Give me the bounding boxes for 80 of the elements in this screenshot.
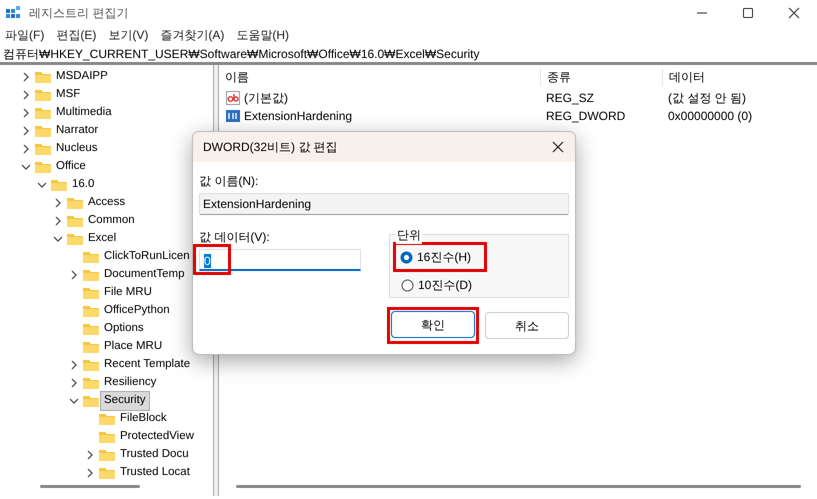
folder-icon [82, 394, 100, 408]
folder-icon [34, 142, 52, 156]
tree-item[interactable]: MSF [53, 86, 84, 104]
folder-icon [82, 250, 100, 264]
close-icon[interactable] [551, 140, 565, 154]
tree-item[interactable]: Access [85, 194, 128, 212]
value-name[interactable]: (기본값) [244, 89, 288, 107]
folder-icon [98, 448, 116, 462]
dialog-button[interactable]: 확인 [391, 311, 475, 338]
dialog-title: DWORD(32비트) 값 편집 [203, 139, 338, 156]
column-header[interactable]: 이름 [219, 68, 540, 86]
tree-item[interactable]: ClickToRunLicen [101, 248, 193, 266]
tree-item[interactable]: Nucleus [53, 140, 101, 158]
radio-icon [400, 250, 413, 264]
tree-item[interactable]: Narrator [53, 122, 102, 140]
tree-item[interactable]: Office [53, 158, 89, 176]
folder-icon [50, 178, 68, 192]
tree-item[interactable]: Multimedia [53, 104, 115, 122]
tree-item[interactable]: MSDAIPP [53, 68, 111, 86]
value-type: REG_SZ [545, 90, 596, 107]
tree-item[interactable]: FileBlock [117, 410, 170, 428]
folder-icon [82, 322, 100, 336]
tree-item[interactable]: 16.0 [69, 176, 98, 194]
radio-option[interactable]: 10진수(D) [398, 274, 484, 296]
folder-icon [34, 70, 52, 84]
folder-icon [82, 304, 100, 318]
window-title: 레지스트리 편집기 [29, 4, 128, 22]
tree-item[interactable]: Common [85, 212, 138, 230]
close-icon[interactable] [786, 4, 802, 20]
tree-item[interactable]: Resiliency [101, 374, 160, 392]
radio-option[interactable]: 16진수(H) [397, 246, 483, 268]
folder-icon [82, 358, 100, 372]
string-value-icon [225, 90, 241, 106]
folder-icon [98, 466, 116, 480]
tree-item[interactable]: Recent Template [101, 356, 194, 374]
value-name-field[interactable]: ExtensionHardening [199, 193, 569, 215]
menu-item[interactable]: 편집(E) [51, 26, 104, 44]
column-header[interactable]: 종류 [540, 68, 662, 86]
folder-icon [66, 196, 84, 210]
folder-icon [98, 430, 116, 444]
field-label: 값 이름(N): [199, 173, 260, 190]
dialog-button[interactable]: 취소 [485, 312, 569, 339]
input-field[interactable]: 0 [199, 249, 361, 271]
binary-value-icon [225, 108, 241, 124]
folder-icon [82, 268, 100, 282]
scrollbar[interactable] [236, 485, 801, 488]
scrollbar[interactable] [40, 485, 140, 488]
tree-item[interactable]: Place MRU [101, 338, 166, 356]
folder-icon [34, 88, 52, 102]
menu-item[interactable]: 즐겨찾기(A) [155, 26, 232, 44]
folder-icon [34, 106, 52, 120]
folder-icon [82, 376, 100, 390]
value-data: 0x00000000 (0) [667, 108, 754, 125]
folder-icon [34, 124, 52, 138]
tree-item[interactable]: Options [101, 320, 147, 338]
column-header[interactable]: 데이터 [662, 68, 817, 86]
tree-item[interactable]: ProtectedView [117, 428, 197, 446]
folder-icon [82, 286, 100, 300]
tree-item[interactable]: OfficePython [101, 302, 173, 320]
field-label: 값 데이터(V): [199, 229, 271, 246]
value-name[interactable]: ExtensionHardening [244, 107, 352, 125]
tree-item[interactable]: File MRU [101, 284, 155, 302]
folder-icon [34, 160, 52, 174]
folder-icon [82, 340, 100, 354]
tree-item[interactable]: DocumentTemp [101, 266, 188, 284]
folder-icon [98, 412, 116, 426]
radio-icon [401, 278, 414, 292]
address-bar[interactable]: 컴퓨터₩HKEY_CURRENT_USER₩Software₩Microsoft₩Office₩16.0₩Excel₩Security [0, 45, 817, 65]
folder-icon [66, 214, 84, 228]
folder-icon [66, 232, 84, 246]
tree-item[interactable]: Excel [85, 230, 120, 248]
value-data: (값 설정 안 됨) [667, 90, 747, 107]
value-type: REG_DWORD [545, 108, 626, 125]
tree-item[interactable]: Trusted Docu [117, 446, 192, 464]
tree-item[interactable]: Trusted Locat [117, 464, 193, 482]
menu-item[interactable]: 보기(V) [103, 26, 156, 44]
menu-item[interactable]: 파일(F) [0, 26, 52, 44]
app-icon [5, 4, 21, 20]
menu-item[interactable]: 도움말(H) [231, 26, 296, 44]
tree-item[interactable]: Security [101, 392, 149, 410]
